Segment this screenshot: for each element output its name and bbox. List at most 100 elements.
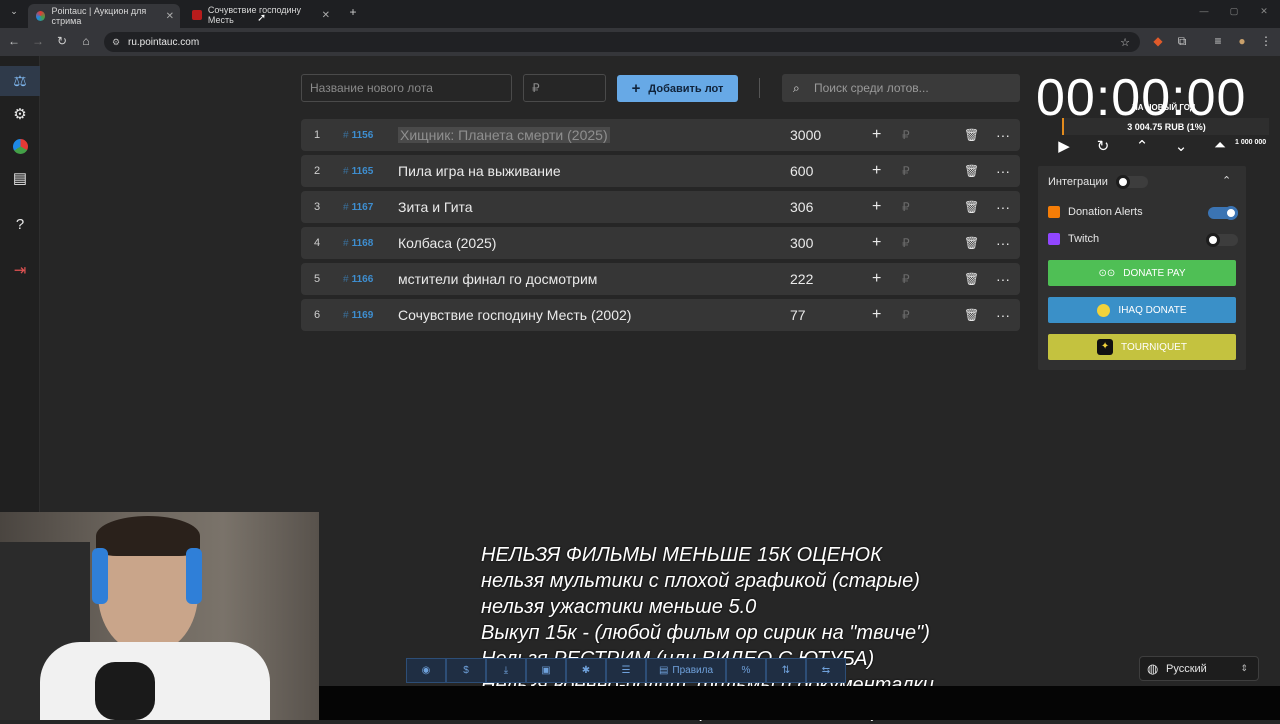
- dollar-icon[interactable]: $: [446, 658, 486, 683]
- rule-line: НЕЛЬЗЯ ФИЛЬМЫ МЕНЬШЕ 15К ОЦЕНОК: [481, 544, 882, 566]
- lot-id-value: 1166: [351, 273, 374, 285]
- minimize-icon[interactable]: —: [1196, 6, 1212, 16]
- lot-id[interactable]: #1167: [343, 202, 373, 213]
- lot-name[interactable]: Сочувствие господину Месть (2002): [398, 307, 631, 323]
- lot-amount[interactable]: 306: [790, 199, 813, 215]
- add-amount-icon[interactable]: +: [872, 162, 881, 180]
- lot-amount[interactable]: 600: [790, 163, 813, 179]
- integrations-toggle[interactable]: [1116, 175, 1148, 189]
- tab-pointauc[interactable]: Pointauc | Аукцион для стрима ✕: [28, 4, 180, 28]
- more-icon[interactable]: ···: [996, 127, 1010, 143]
- lot-id[interactable]: #1165: [343, 166, 373, 177]
- lot-id[interactable]: #1166: [343, 274, 373, 285]
- trash-icon[interactable]: 🗑: [964, 200, 979, 214]
- trash-icon[interactable]: 🗑: [964, 128, 979, 142]
- bookmark-star-icon[interactable]: ☆: [1120, 36, 1130, 49]
- profile-avatar-icon[interactable]: ●: [1234, 34, 1250, 48]
- bottom-black-strip: [319, 686, 1280, 720]
- lot-name[interactable]: мстители финал го досмотрим: [398, 271, 597, 287]
- reload-icon[interactable]: ↻: [54, 34, 70, 48]
- lot-name[interactable]: Пила игра на выживание: [398, 163, 561, 179]
- rules-button[interactable]: ▤ Правила: [646, 658, 726, 683]
- logout-icon[interactable]: ⇥: [10, 260, 30, 280]
- more-icon[interactable]: ···: [996, 235, 1010, 251]
- add-amount-icon[interactable]: +: [872, 126, 881, 144]
- lot-name[interactable]: Зита и Гита: [398, 199, 473, 215]
- new-lot-name-input[interactable]: Название нового лота: [301, 74, 512, 102]
- language-select[interactable]: ◍ Русский ⇕: [1139, 656, 1259, 681]
- trash-icon[interactable]: 🗑: [964, 236, 979, 250]
- lot-amount[interactable]: 222: [790, 271, 813, 287]
- lot-amount[interactable]: 300: [790, 235, 813, 251]
- percent-icon[interactable]: %: [726, 658, 766, 683]
- add-amount-icon[interactable]: +: [872, 198, 881, 216]
- list-icon[interactable]: ☰: [606, 658, 646, 683]
- close-icon[interactable]: ✕: [166, 11, 174, 22]
- donation-alerts-toggle[interactable]: [1208, 206, 1238, 220]
- help-icon[interactable]: ?: [10, 214, 30, 234]
- goal-amount: 3 004.75 RUB (1%): [1127, 121, 1206, 132]
- lot-name[interactable]: Хищник: Планета смерти (2025): [398, 127, 610, 143]
- lot-row[interactable]: 2 #1165 Пила игра на выживание 600 + ₽ 🗑…: [301, 155, 1020, 187]
- trash-icon[interactable]: 🗑: [964, 164, 979, 178]
- browser-menu-icon[interactable]: ⋮: [1258, 34, 1274, 48]
- hash-icon: #: [343, 273, 349, 285]
- auction-icon[interactable]: ⚖: [10, 71, 30, 91]
- pie-chart-icon[interactable]: [10, 136, 30, 156]
- more-icon[interactable]: ···: [996, 271, 1010, 287]
- chevron-down-icon[interactable]: ⌄: [1171, 137, 1191, 155]
- ihaq-donate-button[interactable]: IHAQ DONATE: [1048, 297, 1236, 323]
- url-field[interactable]: ⚙ ru.pointauc.com ☆: [104, 32, 1140, 52]
- add-lot-button[interactable]: + Добавить лот: [617, 75, 738, 102]
- filter-icon[interactable]: ⇆: [806, 658, 846, 683]
- twitch-toggle[interactable]: [1206, 233, 1238, 247]
- reset-icon[interactable]: ↻: [1093, 137, 1113, 155]
- extensions-puzzle-icon[interactable]: ⧉: [1174, 34, 1190, 49]
- double-chevron-up-icon[interactable]: ⏶: [1210, 137, 1230, 154]
- tourniquet-button[interactable]: ✦ TOURNIQUET: [1048, 334, 1236, 360]
- lot-row[interactable]: 5 #1166 мстители финал го досмотрим 222 …: [301, 263, 1020, 295]
- bug-icon[interactable]: ✱: [566, 658, 606, 683]
- trash-icon[interactable]: 🗑: [964, 272, 979, 286]
- lot-amount[interactable]: 77: [790, 307, 806, 323]
- trash-icon[interactable]: 🗑: [964, 308, 979, 322]
- lot-row[interactable]: 4 #1168 Колбаса (2025) 300 + ₽ 🗑 ···: [301, 227, 1020, 259]
- new-tab-icon[interactable]: +: [345, 5, 361, 19]
- clipboard-icon[interactable]: ▤: [10, 168, 30, 188]
- download-icon[interactable]: ⤓: [486, 658, 526, 683]
- maximize-icon[interactable]: ▢: [1226, 6, 1242, 17]
- chevron-up-icon[interactable]: ⌃: [1132, 137, 1152, 155]
- lot-search-input[interactable]: ⌕ Поиск среди лотов...: [782, 74, 1020, 102]
- more-icon[interactable]: ···: [996, 307, 1010, 323]
- media-icon[interactable]: ≡: [1210, 34, 1226, 48]
- lot-id[interactable]: #1156: [343, 130, 373, 141]
- lot-id[interactable]: #1169: [343, 310, 373, 321]
- more-icon[interactable]: ···: [996, 199, 1010, 215]
- github-icon[interactable]: ◉: [406, 658, 446, 683]
- home-icon[interactable]: ⌂: [78, 34, 94, 48]
- gear-icon[interactable]: ⚙: [10, 104, 30, 124]
- lot-name[interactable]: Колбаса (2025): [398, 235, 496, 251]
- add-amount-icon[interactable]: +: [872, 270, 881, 288]
- lot-row[interactable]: 6 #1169 Сочувствие господину Месть (2002…: [301, 299, 1020, 331]
- close-icon[interactable]: ✕: [322, 10, 330, 21]
- lot-id[interactable]: #1168: [343, 238, 373, 249]
- more-icon[interactable]: ···: [996, 163, 1010, 179]
- window-close-icon[interactable]: ✕: [1256, 6, 1272, 17]
- chevron-up-icon[interactable]: ⌃: [1222, 174, 1231, 187]
- play-icon[interactable]: ▶: [1054, 137, 1074, 155]
- add-amount-icon[interactable]: +: [872, 306, 881, 324]
- donatepay-button[interactable]: ⊙⊙ DONATE PAY: [1048, 260, 1236, 286]
- lot-amount[interactable]: 3000: [790, 127, 821, 143]
- back-icon[interactable]: ←: [6, 34, 22, 48]
- sort-icon[interactable]: ⇅: [766, 658, 806, 683]
- save-icon[interactable]: ▣: [526, 658, 566, 683]
- new-lot-amount-input[interactable]: ₽: [523, 74, 606, 102]
- add-amount-icon[interactable]: +: [872, 234, 881, 252]
- extension-icon[interactable]: ◆: [1150, 34, 1166, 48]
- lot-row[interactable]: 3 #1167 Зита и Гита 306 + ₽ 🗑 ···: [301, 191, 1020, 223]
- lot-row[interactable]: 1 #1156 Хищник: Планета смерти (2025) 30…: [301, 119, 1020, 151]
- tab-search-icon[interactable]: ⌄: [6, 6, 22, 17]
- site-info-icon[interactable]: ⚙: [112, 37, 120, 48]
- forward-icon[interactable]: →: [30, 34, 46, 48]
